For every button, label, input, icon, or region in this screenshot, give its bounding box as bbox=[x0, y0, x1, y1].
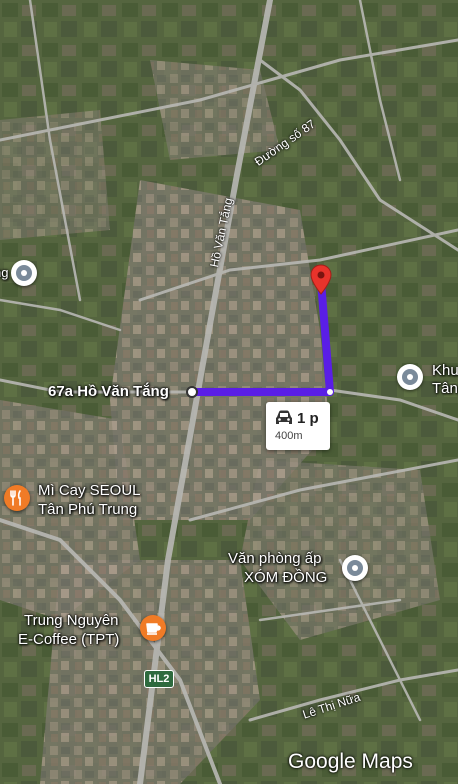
coffee-cup-icon[interactable] bbox=[140, 615, 166, 641]
place-pin-icon-van-phong[interactable] bbox=[342, 555, 368, 581]
place-label-van-phong-line1[interactable]: Văn phòng ấp bbox=[228, 550, 321, 568]
route-turn-marker bbox=[327, 389, 333, 395]
place-label-mi-cay-line2[interactable]: Tân Phú Trung bbox=[38, 501, 137, 519]
car-icon bbox=[276, 410, 292, 424]
place-label-van-phong-line2[interactable]: XÓM ĐỒNG bbox=[244, 569, 327, 587]
place-label-mi-cay-line1[interactable]: Mì Cay SEOUL bbox=[38, 482, 141, 500]
place-label-67a[interactable]: 67a Hồ Văn Tắng bbox=[48, 383, 169, 401]
place-label-khu-line1[interactable]: Khu bbox=[432, 362, 458, 380]
route-distance: 400m bbox=[275, 430, 303, 442]
destination-pin-icon[interactable] bbox=[310, 264, 332, 296]
place-label-khu-line2[interactable]: Tân bbox=[432, 380, 458, 398]
place-pin-icon[interactable] bbox=[11, 260, 37, 286]
place-label-edge: ng bbox=[0, 265, 9, 280]
google-maps-logo: Google Maps bbox=[288, 750, 413, 773]
place-label-trung-nguyen-line2[interactable]: E-Coffee (TPT) bbox=[18, 631, 119, 649]
road-badge-hl2: HL2 bbox=[144, 670, 174, 688]
route-summary-box[interactable]: 1 p 400m bbox=[266, 402, 330, 450]
place-pin-icon-khu[interactable] bbox=[397, 364, 423, 390]
fork-knife-icon[interactable] bbox=[4, 485, 30, 511]
route-start-marker[interactable] bbox=[186, 386, 198, 398]
place-label-trung-nguyen-line1[interactable]: Trung Nguyên bbox=[24, 612, 119, 630]
map-view[interactable]: Đường số 87 Hồ Văn Tắng Lê Thị Nữa ng 67… bbox=[0, 0, 458, 784]
route-time: 1 p bbox=[297, 410, 319, 427]
